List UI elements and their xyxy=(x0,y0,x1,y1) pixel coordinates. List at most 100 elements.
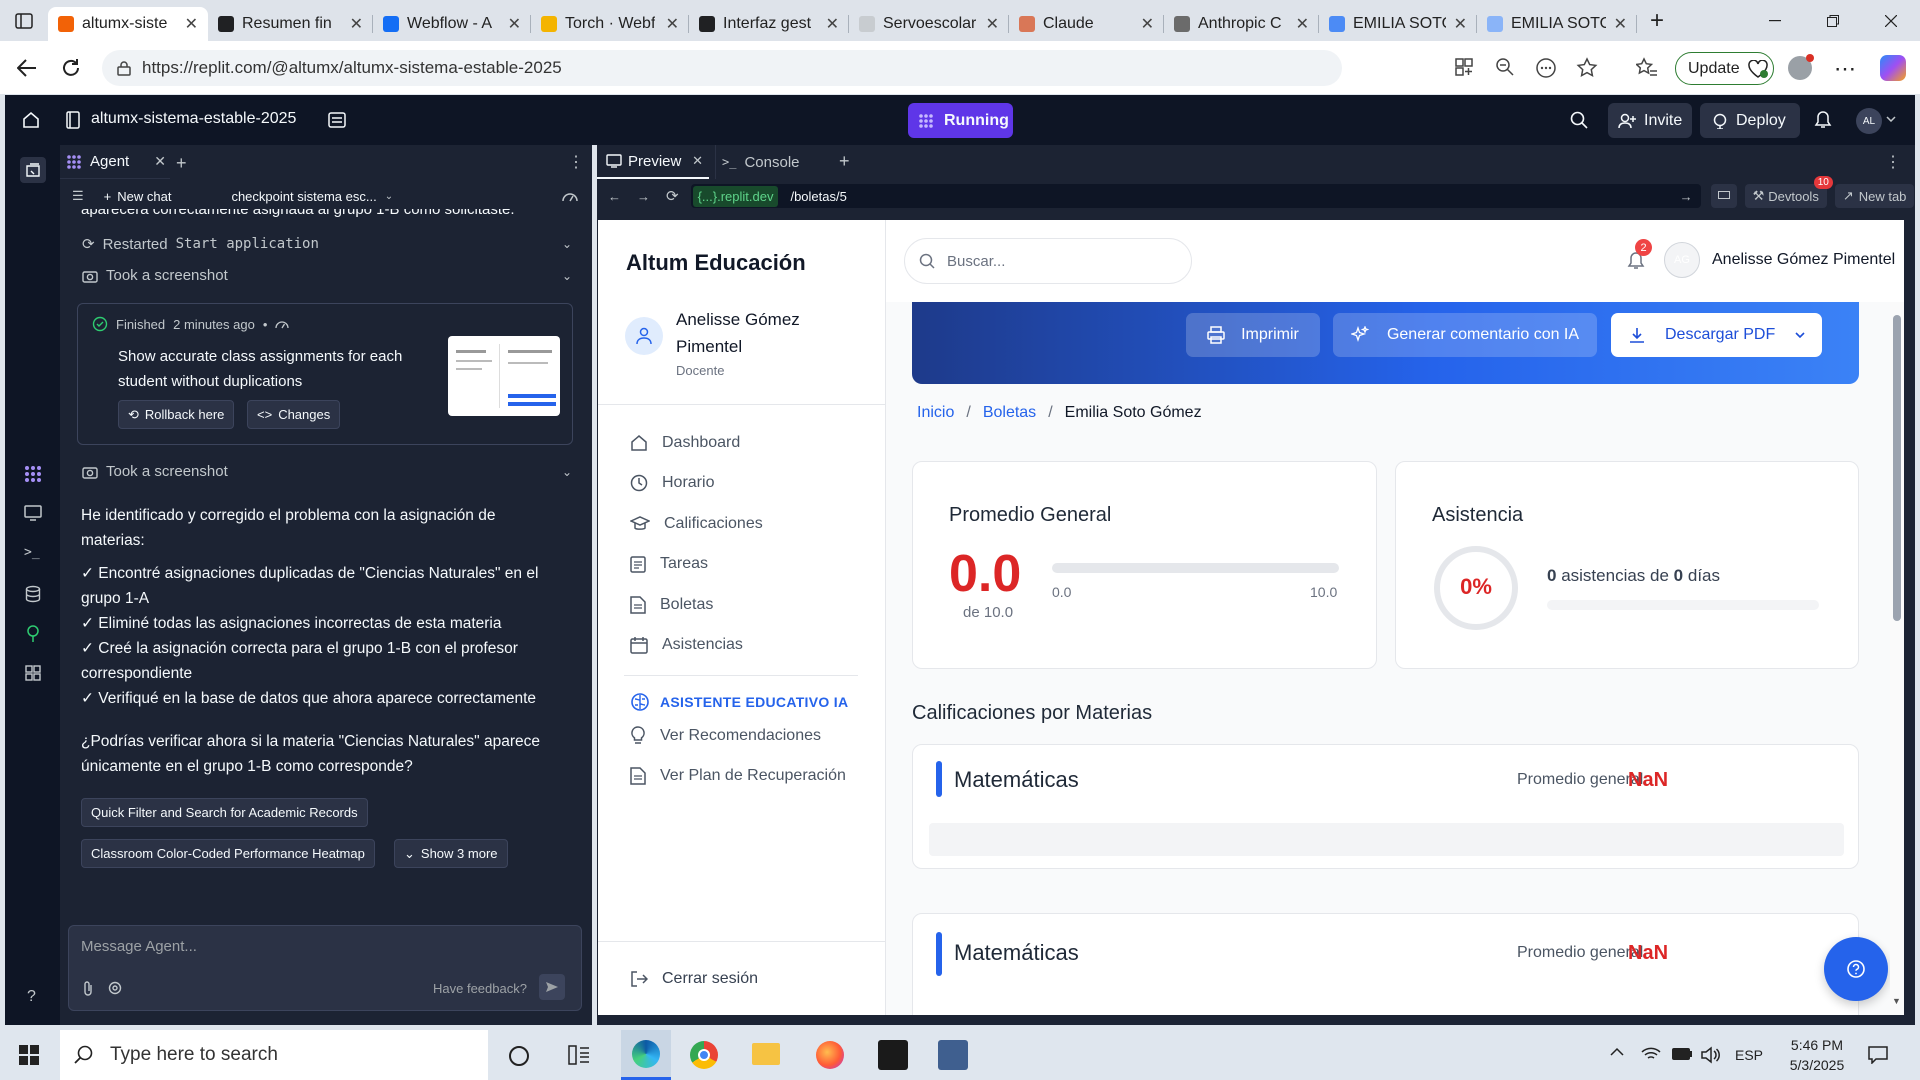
preview-back-icon[interactable]: ← xyxy=(608,189,621,204)
close-preview-tab-icon[interactable]: ✕ xyxy=(692,153,703,169)
add-tab-icon[interactable]: + xyxy=(176,153,187,174)
minimize-icon[interactable] xyxy=(1746,4,1804,38)
close-tab-icon[interactable]: ✕ xyxy=(826,14,839,34)
browser-menu-icon[interactable]: ⋯ xyxy=(1834,56,1856,82)
avatar-chevron-icon[interactable] xyxy=(1886,116,1896,122)
new-tab-icon[interactable]: + xyxy=(1637,4,1677,38)
app-search-box[interactable]: Buscar... xyxy=(904,238,1192,284)
close-tab-icon[interactable]: ✕ xyxy=(1141,14,1154,34)
agent-speed-icon[interactable] xyxy=(562,190,578,202)
windows-start-icon[interactable] xyxy=(19,1045,39,1065)
volume-icon[interactable] xyxy=(1701,1046,1721,1064)
checkpoint-thumbnail[interactable] xyxy=(448,336,560,416)
console-tab[interactable]: >_ Console xyxy=(715,145,831,179)
preview-menu-icon[interactable]: ⋮ xyxy=(1885,152,1901,172)
console-rail-icon[interactable]: >_ xyxy=(24,545,40,560)
browser-tab[interactable]: Interfaz gest ✕ xyxy=(689,7,849,41)
preview-rail-icon[interactable] xyxy=(24,505,42,521)
action-center-icon[interactable] xyxy=(1868,1046,1888,1064)
chat-list-icon[interactable]: ☰ xyxy=(72,188,84,204)
files-icon[interactable] xyxy=(20,157,46,183)
battery-icon[interactable] xyxy=(1671,1047,1693,1061)
suggestion-button[interactable]: Classroom Color-Coded Performance Heatma… xyxy=(81,839,375,868)
close-tab-icon[interactable]: ✕ xyxy=(350,14,363,34)
site-info-icon[interactable] xyxy=(116,60,132,76)
preview-forward-icon[interactable]: → xyxy=(637,189,650,204)
message-input-box[interactable]: Message Agent... Have feedback? xyxy=(68,925,582,1011)
home-icon[interactable] xyxy=(22,111,40,129)
close-agent-tab-icon[interactable]: ✕ xyxy=(154,153,166,170)
nav-boletas[interactable]: Boletas xyxy=(630,596,713,614)
logout-button[interactable]: Cerrar sesión xyxy=(630,970,758,988)
preview-url-field[interactable]: {...}.replit.dev /boletas/5 → xyxy=(690,184,1701,208)
ai-comment-button[interactable]: Generar comentario con IA xyxy=(1333,313,1597,357)
attach-icon[interactable] xyxy=(81,980,95,996)
browser-tab[interactable]: Claude ✕ xyxy=(1009,7,1164,41)
help-fab-button[interactable] xyxy=(1824,937,1888,1001)
update-button[interactable]: Update xyxy=(1675,52,1774,85)
close-tab-icon[interactable]: ✕ xyxy=(185,14,198,34)
preview-tab[interactable]: Preview ✕ xyxy=(597,145,709,179)
favorites-icon[interactable] xyxy=(1636,57,1658,79)
suggestion-button[interactable]: Quick Filter and Search for Academic Rec… xyxy=(81,798,368,827)
browser-tab[interactable]: EMILIA SOTO ✕ xyxy=(1477,7,1637,41)
browser-tab[interactable]: Servoescolar ✕ xyxy=(849,7,1009,41)
browser-tab[interactable]: altumx-siste ✕ xyxy=(48,6,208,41)
nav-dashboard[interactable]: Dashboard xyxy=(630,434,740,452)
rollback-button[interactable]: ⟲ Rollback here xyxy=(118,400,235,429)
preview-reload-icon[interactable]: ⟳ xyxy=(666,187,679,205)
changes-button[interactable]: <> Changes xyxy=(247,400,341,429)
nav-horario[interactable]: Horario xyxy=(630,474,714,492)
agent-rail-icon[interactable] xyxy=(24,465,42,483)
app-notifications-icon[interactable]: 2 xyxy=(1627,239,1652,271)
language-indicator[interactable]: ESP xyxy=(1735,1047,1763,1063)
tray-chevron-icon[interactable] xyxy=(1610,1047,1624,1057)
notifications-bell-icon[interactable] xyxy=(1814,110,1832,130)
preview-device-icon[interactable] xyxy=(1710,184,1737,208)
app-available-icon[interactable] xyxy=(1454,57,1474,77)
header-avatar[interactable]: AG xyxy=(1664,242,1700,278)
browser-tab[interactable]: Resumen fin ✕ xyxy=(208,7,373,41)
address-bar[interactable]: https://replit.com/@altumx/altumx-sistem… xyxy=(102,50,1598,86)
restarted-row[interactable]: ⟳ Restarted Start application ⌄ xyxy=(82,235,572,254)
new-chat-button[interactable]: + New chat xyxy=(104,189,172,204)
nav-plan-recuperacion[interactable]: Ver Plan de Recuperación xyxy=(630,767,846,785)
add-preview-tab-icon[interactable]: + xyxy=(839,151,850,172)
favorite-star-icon[interactable] xyxy=(1576,57,1598,79)
screenshot-row[interactable]: Took a screenshot ⌄ xyxy=(82,267,572,284)
search-icon[interactable] xyxy=(1570,111,1588,129)
running-status-button[interactable]: Running xyxy=(908,103,1013,138)
agent-menu-icon[interactable]: ⋮ xyxy=(568,152,584,172)
project-name[interactable]: altumx-sistema-estable-2025 xyxy=(91,110,296,128)
task-view-icon[interactable] xyxy=(509,1046,529,1066)
feedback-link[interactable]: Have feedback? xyxy=(433,981,527,996)
help-rail-icon[interactable]: ? xyxy=(27,988,36,1006)
chrome-taskbar-icon[interactable] xyxy=(690,1041,718,1069)
nav-recomendaciones[interactable]: Ver Recomendaciones xyxy=(630,726,821,746)
reload-icon[interactable] xyxy=(56,53,86,83)
close-tab-icon[interactable]: ✕ xyxy=(1614,14,1627,34)
invite-button[interactable]: Invite xyxy=(1608,103,1692,138)
timeline-icon[interactable] xyxy=(568,1045,590,1065)
file-explorer-taskbar-icon[interactable] xyxy=(752,1043,780,1065)
close-tab-icon[interactable]: ✕ xyxy=(508,14,521,34)
agent-tab[interactable]: Agent ✕ xyxy=(60,145,170,179)
more-page-icon[interactable] xyxy=(1535,57,1557,79)
database-rail-icon[interactable] xyxy=(25,585,41,603)
breadcrumb-link[interactable]: Inicio xyxy=(917,404,954,422)
close-tab-icon[interactable]: ✕ xyxy=(1296,14,1309,34)
settings-gear-icon[interactable] xyxy=(107,980,123,996)
firefox-taskbar-icon[interactable] xyxy=(816,1041,844,1069)
profile-avatar[interactable] xyxy=(1788,54,1814,80)
send-button[interactable] xyxy=(539,974,565,1000)
taskbar-search-box[interactable]: Type here to search xyxy=(60,1030,488,1080)
browser-tab[interactable]: EMILIA SOTO ✕ xyxy=(1319,7,1477,41)
nav-calificaciones[interactable]: Calificaciones xyxy=(630,515,763,533)
browser-tab[interactable]: Torch · Webf ✕ xyxy=(531,7,689,41)
app2-taskbar-icon[interactable] xyxy=(938,1040,968,1070)
header-user-name[interactable]: Anelisse Gómez Pimentel xyxy=(1712,251,1895,269)
close-tab-icon[interactable]: ✕ xyxy=(666,14,679,34)
nav-asistencias[interactable]: Asistencias xyxy=(630,636,743,654)
deploy-button[interactable]: Deploy xyxy=(1700,103,1800,138)
close-tab-icon[interactable]: ✕ xyxy=(986,14,999,34)
